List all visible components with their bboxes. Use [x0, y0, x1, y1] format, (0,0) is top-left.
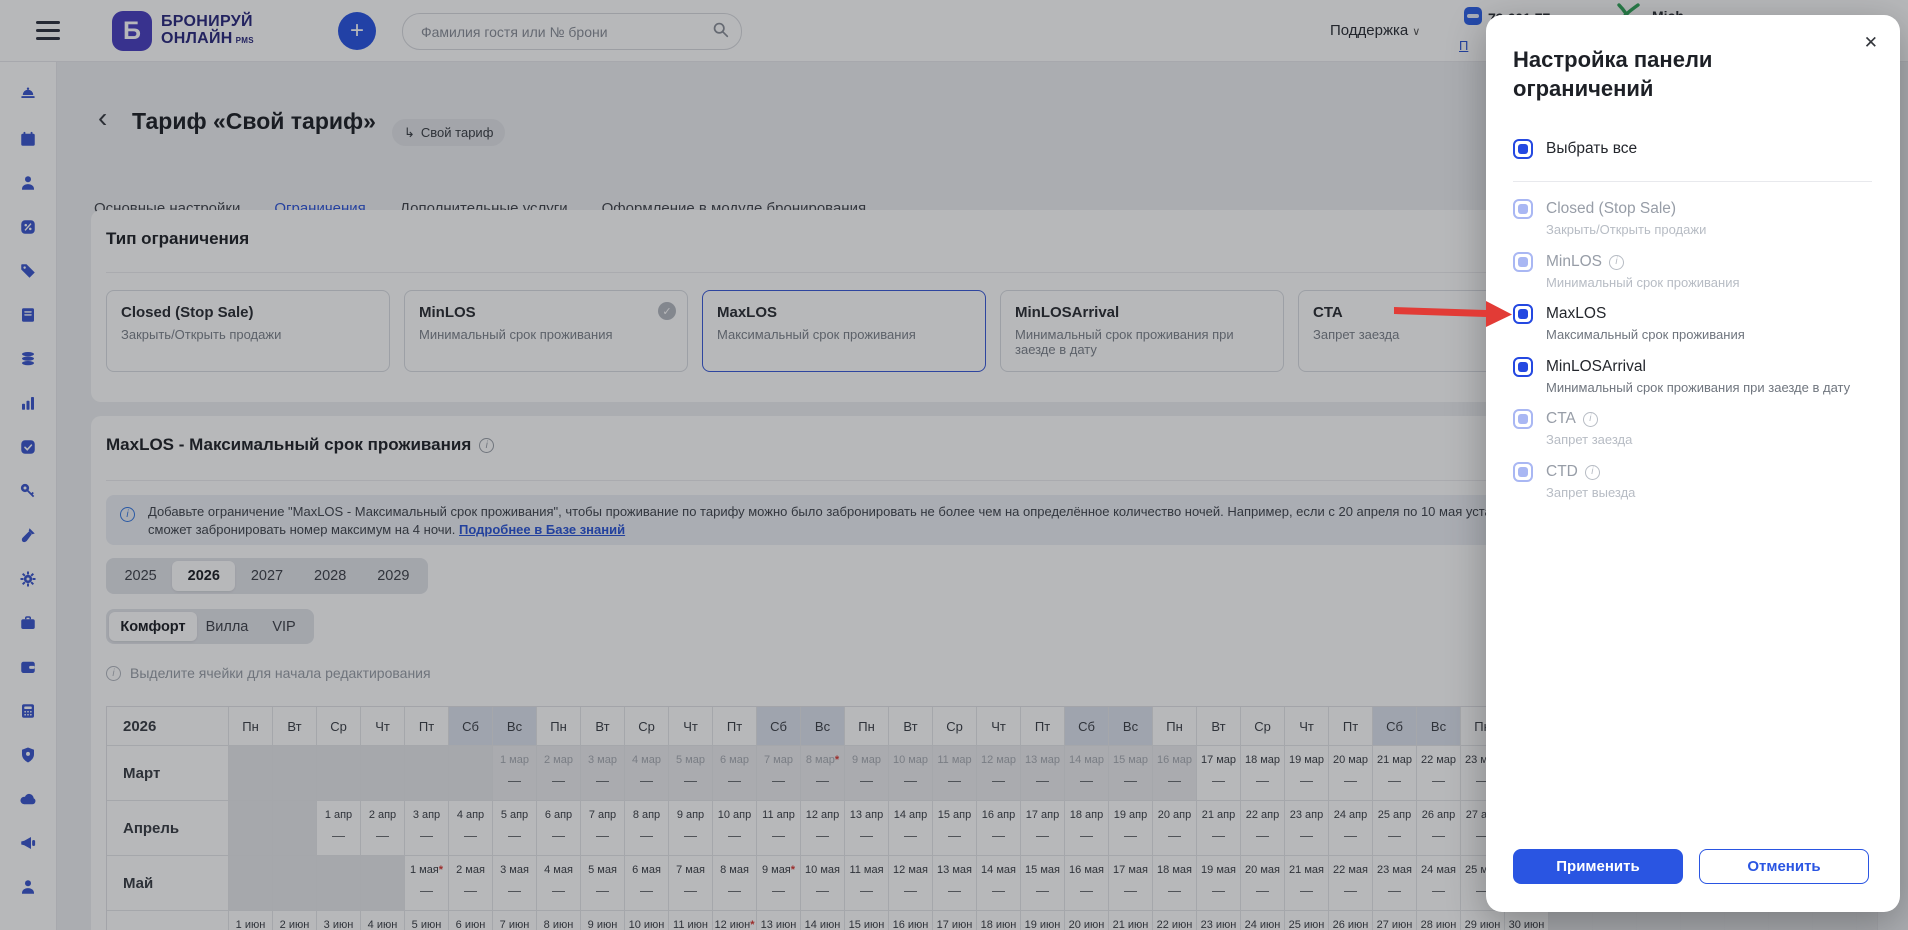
cancel-button[interactable]: Отменить — [1699, 849, 1869, 884]
info-icon[interactable]: i — [1584, 464, 1600, 480]
select-all-checkbox[interactable] — [1513, 139, 1533, 159]
info-icon[interactable]: i — [1582, 411, 1598, 427]
checkbox-minlosarrival[interactable] — [1513, 357, 1533, 377]
close-icon[interactable]: ✕ — [1864, 33, 1878, 53]
checkbox-minlos[interactable] — [1513, 252, 1533, 272]
option-label: MinLOSArrival — [1546, 358, 1646, 375]
restriction-option-closed-stop-sale: Closed (Stop Sale) Закрыть/Открыть продаж… — [1513, 199, 1873, 237]
option-label: Closed (Stop Sale) — [1546, 200, 1677, 217]
checkbox-maxlos[interactable] — [1513, 304, 1533, 324]
info-icon[interactable]: i — [1609, 254, 1624, 270]
restriction-option-maxlos: MaxLOS Максимальный срок проживания — [1513, 304, 1873, 342]
select-all-row: Выбрать все — [1513, 139, 1637, 159]
checkbox-ctd[interactable] — [1513, 462, 1533, 482]
option-subtitle: Запрет заезда — [1546, 432, 1633, 447]
restriction-option-minlosarrival: MinLOSArrival Минимальный срок проживания… — [1513, 357, 1873, 395]
option-subtitle: Закрыть/Открыть продажи — [1546, 222, 1707, 237]
option-subtitle: Минимальный срок проживания при заезде в… — [1546, 380, 1851, 395]
option-label: CTA i — [1546, 409, 1632, 429]
modal-title: Настройка панели ограничений — [1513, 47, 1713, 101]
option-label: MinLOS i — [1546, 252, 1740, 272]
option-subtitle: Запрет выезда — [1546, 485, 1636, 500]
restrictions-settings-modal: Настройка панели ограничений ✕ Выбрать в… — [1486, 15, 1900, 912]
apply-button[interactable]: Применить — [1513, 849, 1683, 884]
option-subtitle: Максимальный срок проживания — [1546, 327, 1745, 342]
restriction-option-cta: CTA i Запрет заезда — [1513, 409, 1873, 447]
checkbox-closed-stop-sale[interactable] — [1513, 199, 1533, 219]
restriction-option-minlos: MinLOS i Минимальный срок проживания — [1513, 252, 1873, 290]
option-subtitle: Минимальный срок проживания — [1546, 275, 1740, 290]
app-window: Б БРОНИРУЙ ОНЛАЙНPMS + Поддержка∨ 79 601… — [0, 0, 1908, 930]
restriction-option-ctd: CTD i Запрет выезда — [1513, 462, 1873, 500]
checkbox-cta[interactable] — [1513, 409, 1533, 429]
select-all-label: Выбрать все — [1546, 140, 1638, 157]
option-label: CTD i — [1546, 462, 1635, 482]
option-label: MaxLOS — [1546, 305, 1607, 322]
divider — [1513, 181, 1872, 182]
